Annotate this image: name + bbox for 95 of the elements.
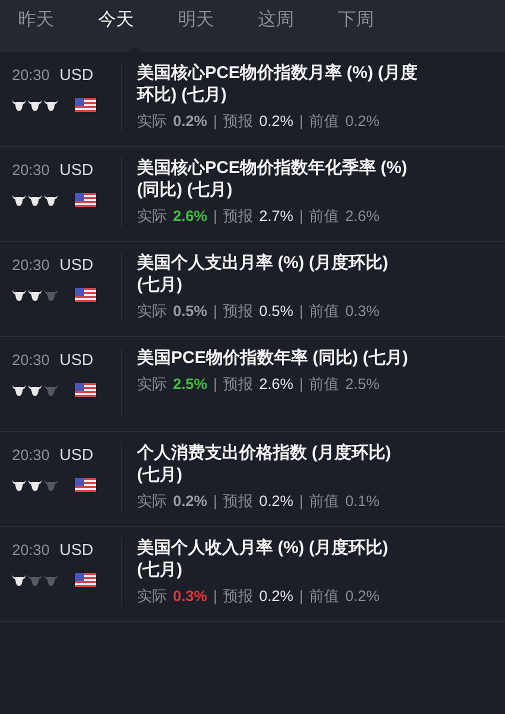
previous-value: 2.6% [345,207,380,227]
actual-value: 0.2% [173,492,208,512]
currency-code: USD [60,161,94,181]
flag-icon [75,478,96,492]
currency-code: USD [60,66,94,86]
day-tab[interactable]: 今天 [98,6,134,32]
event-time: 20:30 [12,446,50,466]
bull-icon [12,99,26,111]
bull-icon [28,574,42,586]
bull-icon [44,99,58,111]
bull-icon [44,384,58,396]
previous-value: 0.3% [345,302,380,322]
actual-value: 2.5% [173,375,208,395]
bull-icon [28,384,42,396]
previous-label: 前值 [309,207,340,227]
event-title: 美国核心PCE物价指数月率 (%) (月度 环比) (七月) [137,62,418,106]
event-time: 20:30 [12,66,50,86]
forecast-value: 0.2% [259,492,294,512]
bull-icon [28,289,42,301]
event-title: 美国核心PCE物价指数年化季率 (%) (同比) (七月) [137,157,408,201]
forecast-value: 0.5% [259,302,294,322]
separator: | [213,375,218,395]
flag-icon [75,288,96,302]
day-tab[interactable]: 这周 [258,6,294,32]
currency-code: USD [60,446,94,466]
actual-label: 实际 [137,587,167,607]
separator: | [299,375,304,395]
actual-label: 实际 [137,112,167,132]
flag-icon [75,98,96,112]
separator: | [213,492,218,512]
separator: | [299,492,304,512]
forecast-label: 预报 [223,492,254,512]
forecast-value: 0.2% [259,112,294,132]
event-time: 20:30 [12,256,50,276]
bull-icon [44,194,58,206]
bull-icon [28,99,42,111]
event-title: 个人消费支出价格指数 (月度环比) (七月) [137,442,392,486]
previous-label: 前值 [309,302,340,322]
bull-icon [28,479,42,491]
flag-icon [75,193,96,207]
separator: | [299,207,304,227]
actual-value: 0.3% [173,587,208,607]
separator: | [299,587,304,607]
day-tab[interactable]: 昨天 [18,6,54,32]
previous-value: 0.1% [345,492,380,512]
flag-icon [75,383,96,397]
previous-label: 前值 [309,375,340,395]
day-tab[interactable]: 明天 [178,6,214,32]
previous-label: 前值 [309,492,340,512]
actual-label: 实际 [137,492,167,512]
event-title: 美国个人收入月率 (%) (月度环比) (七月) [137,537,388,581]
event-title: 美国个人支出月率 (%) (月度环比) (七月) [137,252,388,296]
bull-icon [44,479,58,491]
separator: | [213,302,218,322]
previous-value: 0.2% [345,112,380,132]
event-title: 美国PCE物价指数年率 (同比) (七月) [137,347,408,369]
forecast-label: 预报 [223,207,254,227]
separator: | [299,302,304,322]
bull-icon [12,384,26,396]
previous-label: 前值 [309,112,340,132]
bull-icon [12,289,26,301]
currency-code: USD [60,541,94,561]
bull-icon [12,574,26,586]
forecast-value: 2.6% [259,375,294,395]
previous-value: 0.2% [345,587,380,607]
forecast-label: 预报 [223,587,254,607]
forecast-label: 预报 [223,302,254,322]
separator: | [299,112,304,132]
bull-icon [12,194,26,206]
bull-icon [44,289,58,301]
separator: | [213,587,218,607]
separator: | [213,112,218,132]
forecast-label: 预报 [223,112,254,132]
currency-code: USD [60,351,94,371]
separator: | [213,207,218,227]
actual-value: 2.6% [173,207,208,227]
day-tab[interactable]: 下周 [338,6,374,32]
event-time: 20:30 [12,160,50,181]
actual-label: 实际 [137,302,167,322]
forecast-label: 预报 [223,375,254,395]
currency-code: USD [60,256,94,276]
bull-icon [28,194,42,206]
previous-value: 2.5% [345,375,380,395]
forecast-value: 2.7% [259,207,294,227]
bull-icon [12,479,26,491]
bull-icon [44,574,58,586]
actual-value: 0.2% [173,112,208,132]
forecast-value: 0.2% [259,587,294,607]
previous-label: 前值 [309,587,340,607]
actual-label: 实际 [137,375,167,395]
actual-label: 实际 [137,207,167,227]
actual-value: 0.5% [173,302,208,322]
event-time: 20:30 [12,350,50,371]
flag-icon [75,573,96,587]
event-time: 20:30 [12,540,50,561]
